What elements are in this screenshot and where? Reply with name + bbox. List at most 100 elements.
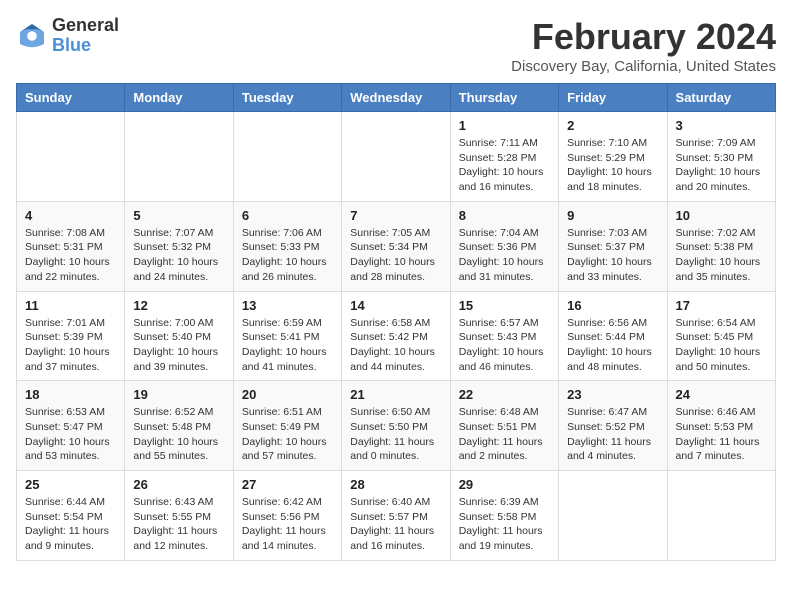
calendar-cell: 24 Sunrise: 6:46 AM Sunset: 5:53 PM Dayli…	[667, 381, 775, 471]
day-info: Sunrise: 6:56 AM Sunset: 5:44 PM Dayligh…	[567, 316, 658, 375]
day-info: Sunrise: 7:04 AM Sunset: 5:36 PM Dayligh…	[459, 226, 550, 285]
day-number: 29	[459, 477, 550, 492]
calendar-cell	[342, 112, 450, 202]
logo-blue: Blue	[52, 36, 119, 56]
day-info: Sunrise: 7:11 AM Sunset: 5:28 PM Dayligh…	[459, 136, 550, 195]
logo-text: General Blue	[52, 16, 119, 56]
calendar-cell: 17Sunrise: 6:54 AM Sunset: 5:45 PM Dayli…	[667, 291, 775, 381]
calendar-cell: 20Sunrise: 6:51 AM Sunset: 5:49 PM Dayli…	[233, 381, 341, 471]
day-number: 3	[676, 118, 767, 133]
calendar-cell: 28 Sunrise: 6:40 AM Sunset: 5:57 PM Dayli…	[342, 471, 450, 561]
day-info: Sunrise: 7:01 AM Sunset: 5:39 PM Dayligh…	[25, 316, 116, 375]
calendar-cell: 27 Sunrise: 6:42 AM Sunset: 5:56 PM Dayli…	[233, 471, 341, 561]
calendar-cell: 9Sunrise: 7:03 AM Sunset: 5:37 PM Daylig…	[559, 201, 667, 291]
day-number: 25	[25, 477, 116, 492]
day-number: 14	[350, 298, 441, 313]
day-info: Sunrise: 6:46 AM Sunset: 5:53 PM Dayligh…	[676, 405, 767, 464]
calendar-cell: 13Sunrise: 6:59 AM Sunset: 5:41 PM Dayli…	[233, 291, 341, 381]
day-info: Sunrise: 6:40 AM Sunset: 5:57 PM Dayligh…	[350, 495, 441, 554]
week-row-2: 4 Sunrise: 7:08 AM Sunset: 5:31 PM Daylig…	[17, 201, 776, 291]
calendar-cell: 8Sunrise: 7:04 AM Sunset: 5:36 PM Daylig…	[450, 201, 558, 291]
day-info: Sunrise: 6:50 AM Sunset: 5:50 PM Dayligh…	[350, 405, 441, 464]
calendar-cell	[125, 112, 233, 202]
day-info: Sunrise: 7:02 AM Sunset: 5:38 PM Dayligh…	[676, 226, 767, 285]
day-info: Sunrise: 7:09 AM Sunset: 5:30 PM Dayligh…	[676, 136, 767, 195]
day-number: 6	[242, 208, 333, 223]
day-number: 28	[350, 477, 441, 492]
day-info: Sunrise: 6:57 AM Sunset: 5:43 PM Dayligh…	[459, 316, 550, 375]
column-header-monday: Monday	[125, 84, 233, 112]
calendar-cell: 7 Sunrise: 7:05 AM Sunset: 5:34 PM Daylig…	[342, 201, 450, 291]
day-info: Sunrise: 6:48 AM Sunset: 5:51 PM Dayligh…	[459, 405, 550, 464]
calendar-cell: 1 Sunrise: 7:11 AM Sunset: 5:28 PM Daylig…	[450, 112, 558, 202]
day-info: Sunrise: 7:08 AM Sunset: 5:31 PM Dayligh…	[25, 226, 116, 285]
column-header-sunday: Sunday	[17, 84, 125, 112]
day-number: 15	[459, 298, 550, 313]
subtitle: Discovery Bay, California, United States	[511, 58, 776, 75]
calendar: SundayMondayTuesdayWednesdayThursdayFrid…	[16, 83, 776, 561]
logo-general: General	[52, 16, 119, 36]
day-number: 17	[676, 298, 767, 313]
logo-area: General Blue	[16, 16, 119, 56]
day-info: Sunrise: 7:10 AM Sunset: 5:29 PM Dayligh…	[567, 136, 658, 195]
logo-icon	[16, 20, 48, 52]
calendar-cell: 12 Sunrise: 7:00 AM Sunset: 5:40 PM Dayli…	[125, 291, 233, 381]
title-area: February 2024 Discovery Bay, California,…	[511, 16, 776, 75]
calendar-cell: 3 Sunrise: 7:09 AM Sunset: 5:30 PM Daylig…	[667, 112, 775, 202]
calendar-cell: 18 Sunrise: 6:53 AM Sunset: 5:47 PM Dayli…	[17, 381, 125, 471]
calendar-cell	[559, 471, 667, 561]
day-number: 4	[25, 208, 116, 223]
day-info: Sunrise: 6:52 AM Sunset: 5:48 PM Dayligh…	[133, 405, 224, 464]
calendar-cell: 29 Sunrise: 6:39 AM Sunset: 5:58 PM Dayli…	[450, 471, 558, 561]
column-header-saturday: Saturday	[667, 84, 775, 112]
day-info: Sunrise: 6:58 AM Sunset: 5:42 PM Dayligh…	[350, 316, 441, 375]
calendar-cell: 11Sunrise: 7:01 AM Sunset: 5:39 PM Dayli…	[17, 291, 125, 381]
day-info: Sunrise: 7:05 AM Sunset: 5:34 PM Dayligh…	[350, 226, 441, 285]
day-number: 22	[459, 387, 550, 402]
week-row-1: 1 Sunrise: 7:11 AM Sunset: 5:28 PM Daylig…	[17, 112, 776, 202]
calendar-cell: 19Sunrise: 6:52 AM Sunset: 5:48 PM Dayli…	[125, 381, 233, 471]
day-number: 1	[459, 118, 550, 133]
day-number: 10	[676, 208, 767, 223]
calendar-cell: 26Sunrise: 6:43 AM Sunset: 5:55 PM Dayli…	[125, 471, 233, 561]
day-info: Sunrise: 7:00 AM Sunset: 5:40 PM Dayligh…	[133, 316, 224, 375]
column-header-wednesday: Wednesday	[342, 84, 450, 112]
day-number: 2	[567, 118, 658, 133]
day-info: Sunrise: 6:53 AM Sunset: 5:47 PM Dayligh…	[25, 405, 116, 464]
main-title: February 2024	[511, 16, 776, 58]
day-number: 16	[567, 298, 658, 313]
day-number: 23	[567, 387, 658, 402]
day-info: Sunrise: 6:42 AM Sunset: 5:56 PM Dayligh…	[242, 495, 333, 554]
calendar-cell: 25 Sunrise: 6:44 AM Sunset: 5:54 PM Dayli…	[17, 471, 125, 561]
week-row-4: 18 Sunrise: 6:53 AM Sunset: 5:47 PM Dayli…	[17, 381, 776, 471]
header-area: General Blue February 2024 Discovery Bay…	[16, 16, 776, 75]
day-number: 18	[25, 387, 116, 402]
day-number: 21	[350, 387, 441, 402]
day-info: Sunrise: 6:47 AM Sunset: 5:52 PM Dayligh…	[567, 405, 658, 464]
calendar-cell: 6Sunrise: 7:06 AM Sunset: 5:33 PM Daylig…	[233, 201, 341, 291]
calendar-cell: 15 Sunrise: 6:57 AM Sunset: 5:43 PM Dayli…	[450, 291, 558, 381]
day-info: Sunrise: 6:59 AM Sunset: 5:41 PM Dayligh…	[242, 316, 333, 375]
day-number: 24	[676, 387, 767, 402]
calendar-cell: 5Sunrise: 7:07 AM Sunset: 5:32 PM Daylig…	[125, 201, 233, 291]
day-number: 9	[567, 208, 658, 223]
calendar-cell: 22 Sunrise: 6:48 AM Sunset: 5:51 PM Dayli…	[450, 381, 558, 471]
calendar-cell: 2 Sunrise: 7:10 AM Sunset: 5:29 PM Daylig…	[559, 112, 667, 202]
calendar-cell: 10 Sunrise: 7:02 AM Sunset: 5:38 PM Dayli…	[667, 201, 775, 291]
calendar-cell: 23 Sunrise: 6:47 AM Sunset: 5:52 PM Dayli…	[559, 381, 667, 471]
calendar-cell	[17, 112, 125, 202]
day-number: 12	[133, 298, 224, 313]
day-info: Sunrise: 6:51 AM Sunset: 5:49 PM Dayligh…	[242, 405, 333, 464]
week-row-3: 11Sunrise: 7:01 AM Sunset: 5:39 PM Dayli…	[17, 291, 776, 381]
day-number: 7	[350, 208, 441, 223]
column-header-tuesday: Tuesday	[233, 84, 341, 112]
day-number: 27	[242, 477, 333, 492]
day-info: Sunrise: 6:39 AM Sunset: 5:58 PM Dayligh…	[459, 495, 550, 554]
column-header-thursday: Thursday	[450, 84, 558, 112]
day-info: Sunrise: 6:44 AM Sunset: 5:54 PM Dayligh…	[25, 495, 116, 554]
calendar-cell: 4 Sunrise: 7:08 AM Sunset: 5:31 PM Daylig…	[17, 201, 125, 291]
day-info: Sunrise: 7:07 AM Sunset: 5:32 PM Dayligh…	[133, 226, 224, 285]
calendar-cell	[233, 112, 341, 202]
column-header-friday: Friday	[559, 84, 667, 112]
week-row-5: 25 Sunrise: 6:44 AM Sunset: 5:54 PM Dayli…	[17, 471, 776, 561]
